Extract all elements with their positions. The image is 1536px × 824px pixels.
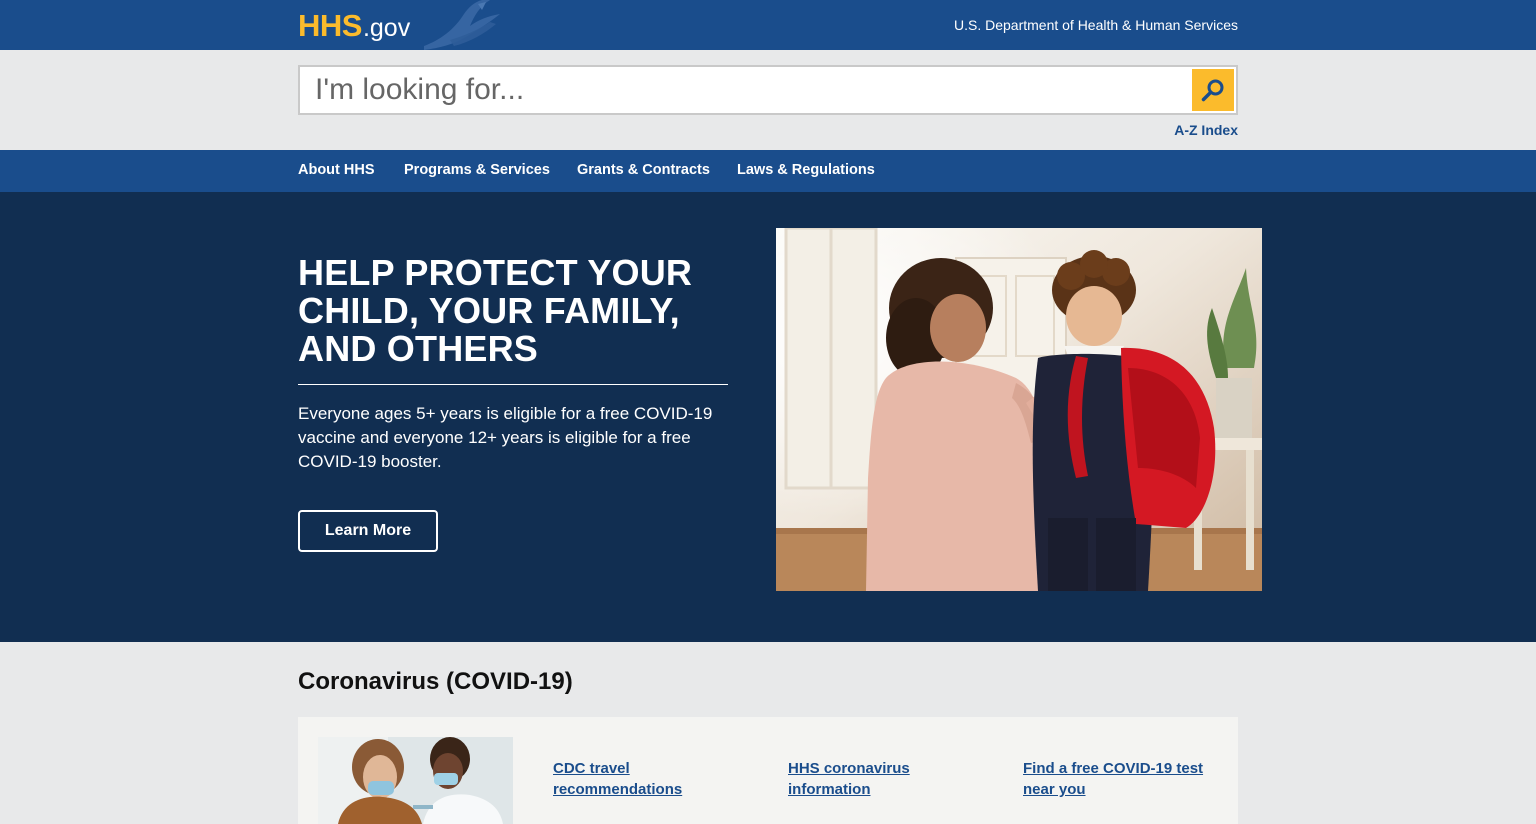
search-button[interactable] <box>1192 69 1234 111</box>
eagle-icon <box>424 0 500 50</box>
department-name: U.S. Department of Health & Human Servic… <box>953 17 1238 33</box>
hero-title: HELP PROTECT YOUR CHILD, YOUR FAMILY, AN… <box>298 252 693 369</box>
search-box <box>298 65 1238 115</box>
logo-gov-text: .gov <box>362 14 411 42</box>
hhs-coronavirus-info-link[interactable]: HHS coronavirus information <box>788 758 978 800</box>
hero-divider <box>298 384 728 385</box>
logo-hhs-text: HHS <box>298 8 362 43</box>
free-covid-test-link[interactable]: Find a free COVID-19 test near you <box>1023 758 1213 800</box>
nav-about-hhs[interactable]: About HHS <box>298 162 375 178</box>
cdc-travel-link[interactable]: CDC travel recommendations <box>553 758 743 800</box>
nav-laws-regulations[interactable]: Laws & Regulations <box>737 162 875 178</box>
search-input[interactable] <box>300 67 1190 113</box>
covid-card: CDC travel recommendations HHS coronavir… <box>298 717 1238 824</box>
hhs-logo[interactable]: HHS .gov <box>298 8 410 44</box>
covid-heading: Coronavirus (COVID-19) <box>298 668 573 695</box>
top-bar: HHS .gov U.S. Department of Health & Hum… <box>0 0 1536 50</box>
nav-grants-contracts[interactable]: Grants & Contracts <box>577 162 710 178</box>
learn-more-button[interactable]: Learn More <box>298 510 438 552</box>
nav-programs-services[interactable]: Programs & Services <box>404 162 550 178</box>
covid-vaccination-image <box>318 737 513 824</box>
hero-image <box>776 228 1262 591</box>
main-nav: About HHS Programs & Services Grants & C… <box>0 150 1536 192</box>
hero-description: Everyone ages 5+ years is eligible for a… <box>298 404 713 471</box>
az-index-link[interactable]: A-Z Index <box>1174 122 1238 138</box>
hero-section: HELP PROTECT YOUR CHILD, YOUR FAMILY, AN… <box>0 192 1536 642</box>
search-icon <box>1201 79 1224 102</box>
